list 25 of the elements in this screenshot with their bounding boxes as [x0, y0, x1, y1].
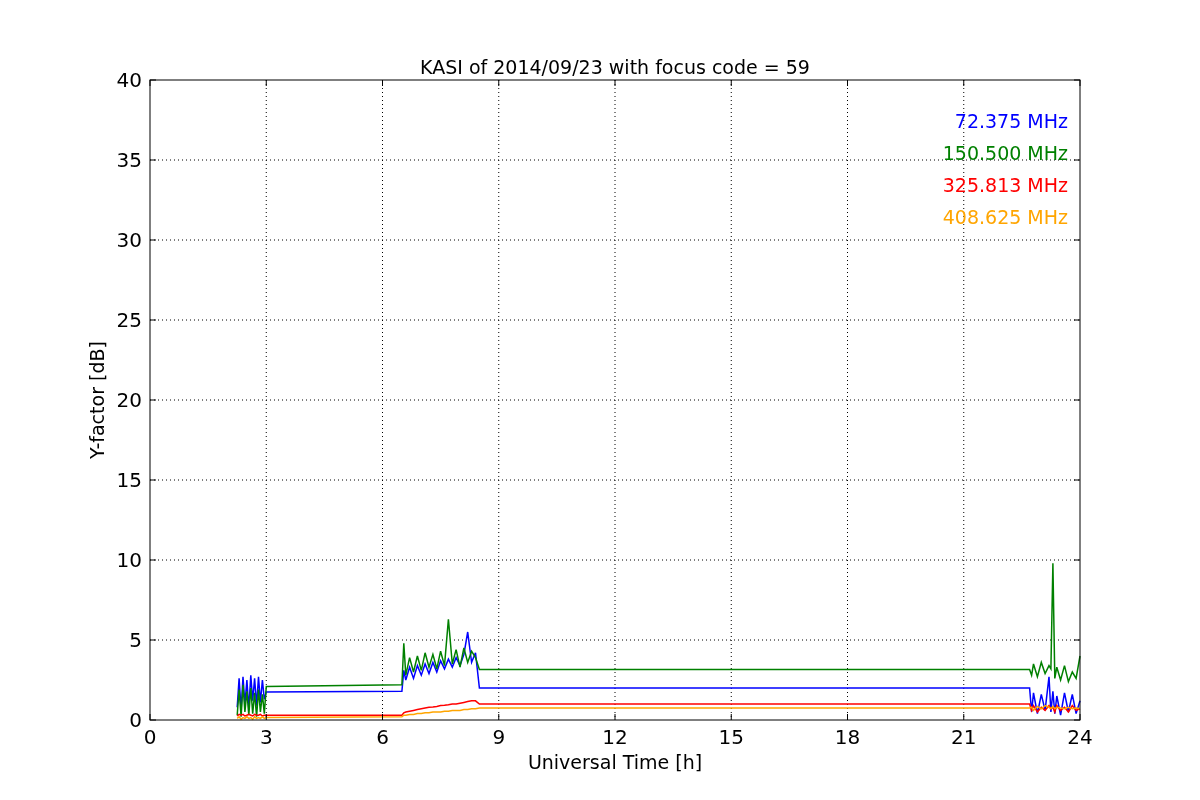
tick-label: 21	[951, 725, 977, 749]
tick-label: 9	[492, 725, 506, 749]
tick-label: 35	[116, 148, 142, 172]
legend-label: 150.500 MHz	[942, 142, 1068, 164]
axis-label: Universal Time [h]	[527, 751, 703, 773]
tick-label: 6	[376, 725, 389, 749]
tick-label: 30	[116, 228, 142, 252]
tick-label: 18	[834, 725, 861, 749]
tick-label: 5	[129, 628, 142, 652]
tick-label: 0	[129, 708, 142, 732]
tick-label: 40	[116, 68, 142, 92]
tick-label: 12	[602, 725, 628, 749]
axis-label: Y-factor [dB]	[86, 341, 108, 459]
tick-label: 10	[116, 548, 142, 572]
legend-label: 325.813 MHz	[942, 174, 1068, 196]
tick-label: 15	[116, 468, 142, 492]
tick-label: 25	[116, 308, 142, 332]
tick-label: 20	[116, 388, 142, 412]
tick-label: 15	[718, 725, 744, 749]
tick-label: 24	[1067, 725, 1093, 749]
tick-label: 0	[143, 725, 157, 749]
legend-label: 72.375 MHz	[954, 110, 1068, 132]
chart-title: KASI of 2014/09/23 with focus code = 59	[420, 56, 810, 78]
legend-label: 408.625 MHz	[942, 206, 1068, 228]
tick-label: 3	[259, 725, 273, 749]
